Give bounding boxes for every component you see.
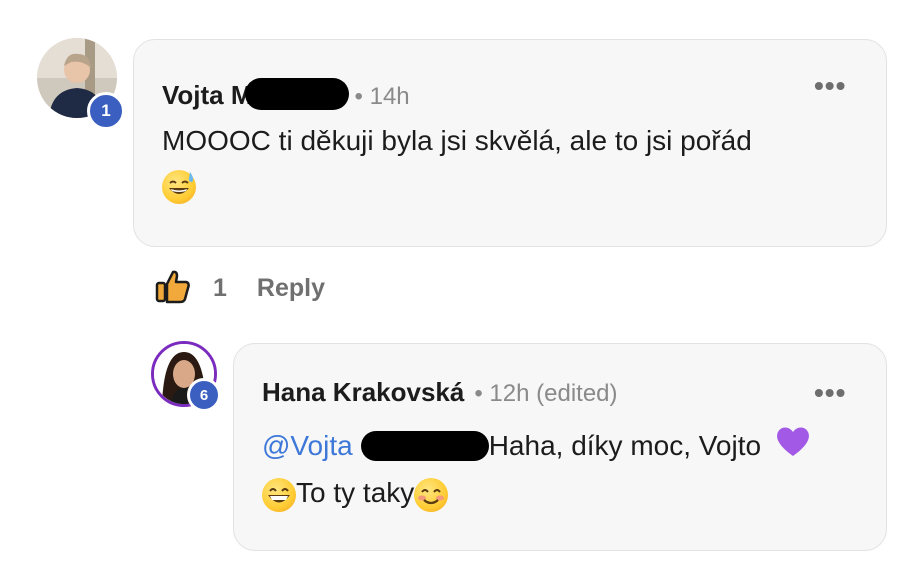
redaction-bar	[244, 78, 349, 110]
comment-author[interactable]: Vojta M	[162, 80, 253, 111]
sweat-smile-emoji	[162, 169, 196, 204]
contributor-badge: 1	[87, 92, 125, 130]
reply-avatar-wrap[interactable]: 6	[151, 341, 223, 413]
contributor-badge: 6	[187, 378, 221, 412]
more-horizontal-icon[interactable]: •••	[814, 377, 846, 409]
thumbs-up-icon[interactable]	[155, 268, 191, 309]
reply-text-line2: To ty taky	[296, 477, 415, 509]
badge-count: 1	[101, 101, 111, 120]
purple-heart-emoji	[775, 424, 811, 471]
reply-author[interactable]: Hana Krakovská	[262, 377, 464, 408]
reply-text-line1: Haha, díky moc, Vojto	[488, 430, 762, 461]
reply-button[interactable]: Reply	[257, 274, 325, 303]
more-horizontal-icon[interactable]: •••	[814, 70, 846, 102]
grinning-emoji	[262, 477, 296, 512]
redaction-bar	[360, 431, 489, 461]
comment-avatar-wrap[interactable]: 1	[37, 38, 129, 130]
badge-count: 6	[199, 386, 209, 404]
mention-link[interactable]: @Vojta	[262, 430, 353, 461]
comment-timestamp: • 14h	[354, 83, 410, 110]
reply-header: Hana Krakovská • 12h (edited)	[262, 377, 618, 408]
comment-bubble[interactable]: Vojta M • 14h ••• MOOOC ti děkuji byla j…	[133, 39, 887, 247]
like-count: 1	[213, 274, 227, 302]
comment-header: Vojta M • 14h	[162, 72, 410, 111]
smiling-emoji	[414, 477, 449, 512]
reply-bubble[interactable]: Hana Krakovská • 12h (edited) ••• @Vojta…	[233, 343, 887, 551]
reply-text: @Vojta Haha, díky moc, Vojto To ty taky	[262, 424, 811, 515]
reply-timestamp: • 12h (edited)	[474, 380, 618, 407]
comment-actions: 1 Reply	[155, 268, 325, 309]
comment-text-line1: MOOOC ti děkuji byla jsi skvělá, ale to …	[162, 125, 752, 156]
comment-text: MOOOC ti děkuji byla jsi skvělá, ale to …	[162, 119, 752, 207]
